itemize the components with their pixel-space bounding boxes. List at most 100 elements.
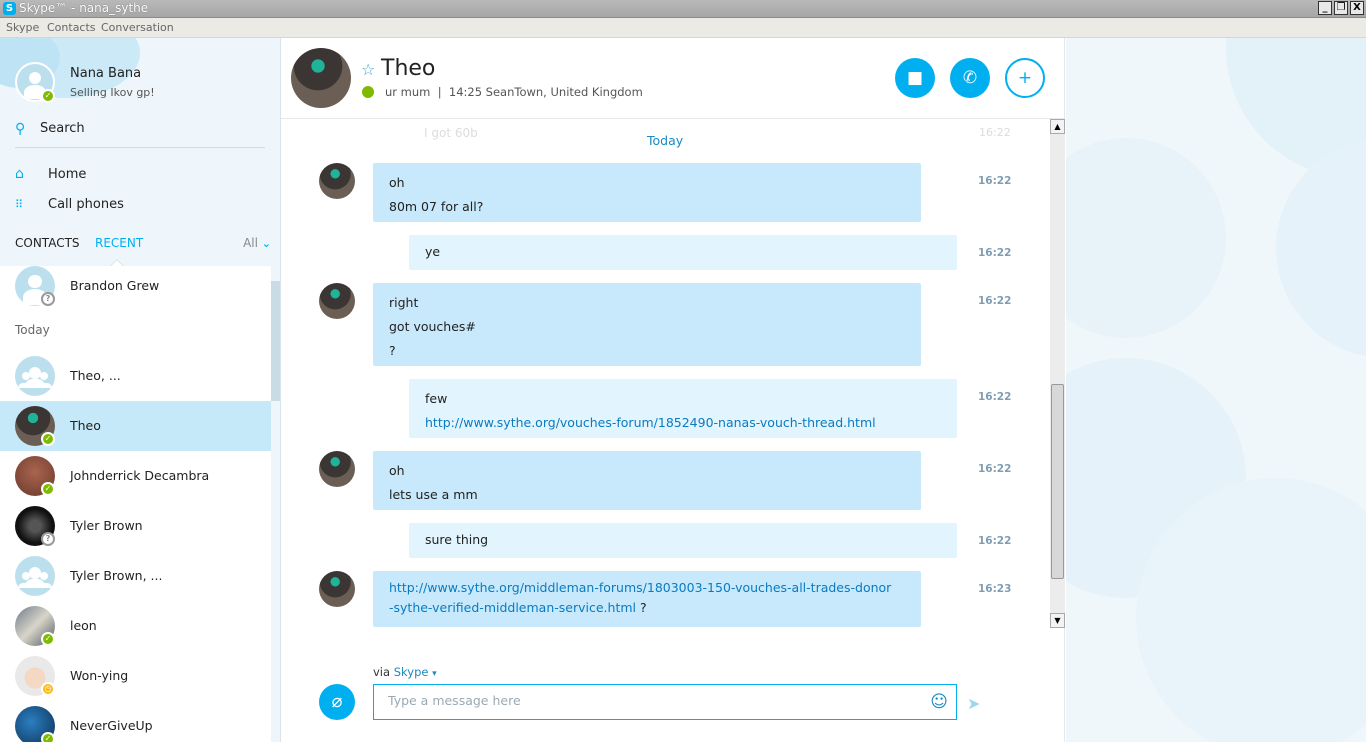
message-bubble-outgoing[interactable]: ye — [409, 235, 957, 270]
message-bubble-outgoing[interactable]: sure thing — [409, 523, 957, 558]
menu-contacts[interactable]: Contacts — [47, 21, 96, 34]
nav-call-phones[interactable]: ⠿ Call phones — [15, 196, 265, 218]
tab-contacts[interactable]: CONTACTS — [15, 236, 80, 250]
message-bubble-incoming[interactable]: http://www.sythe.org/middleman-forums/18… — [373, 571, 921, 627]
close-button[interactable]: X — [1350, 1, 1364, 15]
message-bubble-incoming[interactable]: oh 80m 07 for all? — [373, 163, 921, 222]
sender-avatar[interactable] — [319, 451, 355, 487]
contact-name: Brandon Grew — [70, 278, 160, 293]
search-label: Search — [40, 121, 85, 136]
window-title-bar: S Skype™ - nana_sythe _ ❐ X — [0, 0, 1366, 18]
conversation-header: ☆ Theo ur mum | 14:25 SeanTown, United K… — [281, 38, 1065, 119]
conversation-title[interactable]: Theo — [381, 56, 435, 81]
search-box[interactable]: ⚲ Search — [15, 120, 265, 148]
emoticon-icon[interactable]: ☺ — [930, 692, 948, 712]
nav-call-phones-label: Call phones — [48, 197, 124, 212]
contact-name: Won-ying — [70, 668, 129, 683]
contact-johnderrick-decambra[interactable]: ✓ Johnderrick Decambra — [0, 451, 271, 501]
online-status-icon: ✓ — [41, 732, 55, 742]
group-icon — [15, 356, 55, 396]
online-status-icon: ✓ — [41, 89, 55, 103]
attach-button[interactable]: ⌀ — [319, 684, 355, 720]
profile-name[interactable]: Nana Bana — [70, 66, 141, 81]
nav-home[interactable]: ⌂ Home — [15, 166, 265, 188]
dialpad-icon: ⠿ — [15, 198, 24, 211]
menu-bar: Skype Contacts Conversation — [0, 18, 1366, 38]
nav-home-label: Home — [48, 167, 87, 182]
message-line: right — [389, 295, 419, 310]
contact-nevergiveup[interactable]: ✓ NeverGiveUp — [0, 701, 271, 742]
menu-conversation[interactable]: Conversation — [101, 21, 174, 34]
contact-theo-group[interactable]: Theo, ... — [0, 351, 271, 401]
message-bubble-incoming[interactable]: oh lets use a mm — [373, 451, 921, 510]
message-input[interactable] — [388, 693, 908, 708]
message-line: sure thing — [425, 532, 489, 547]
contact-tyler-brown-group[interactable]: Tyler Brown, ... — [0, 551, 271, 601]
video-camera-icon: ■ — [906, 68, 924, 88]
message-timestamp: 16:22 — [978, 295, 1012, 307]
contact-leon[interactable]: ✓ leon — [0, 601, 271, 651]
scroll-up-arrow-icon[interactable]: ▲ — [1050, 119, 1065, 134]
contact-won-ying[interactable]: ◷ Won-ying — [0, 651, 271, 701]
tab-recent[interactable]: RECENT — [95, 236, 143, 250]
message-timestamp: 16:22 — [978, 175, 1012, 187]
message-link[interactable]: http://www.sythe.org/vouches-forum/18524… — [425, 415, 876, 430]
message-link-continued[interactable]: -sythe-verified-middleman-service.html — [389, 600, 636, 615]
message-timestamp: 16:23 — [978, 583, 1012, 595]
add-people-button[interactable]: + — [1005, 58, 1045, 98]
via-service: Skype — [393, 665, 429, 679]
right-background-pane — [1066, 38, 1366, 742]
filter-label: All — [243, 236, 258, 250]
online-status-icon: ✓ — [41, 432, 55, 446]
message-bubble-incoming[interactable]: right got vouches# ? — [373, 283, 921, 366]
filter-dropdown[interactable]: All ⌄ — [243, 236, 271, 250]
contact-name: Tyler Brown — [70, 518, 143, 533]
message-suffix: ? — [636, 600, 647, 615]
message-line: ? — [389, 343, 396, 358]
menu-skype[interactable]: Skype — [6, 21, 39, 34]
add-user-icon: + — [1017, 68, 1033, 88]
message-line: lets use a mm — [389, 487, 478, 502]
contact-list-scrollbar[interactable] — [271, 281, 280, 401]
contact-theo[interactable]: ✓ Theo — [0, 401, 271, 451]
minimize-button[interactable]: _ — [1318, 1, 1332, 15]
contact-brandon-grew[interactable]: ? Brandon Grew — [0, 261, 271, 311]
sender-avatar[interactable] — [319, 571, 355, 607]
phone-icon: ✆ — [962, 68, 978, 88]
message-bubble-outgoing[interactable]: few http://www.sythe.org/vouches-forum/1… — [409, 379, 957, 438]
paperclip-icon: ⌀ — [331, 691, 343, 712]
star-icon[interactable]: ☆ — [361, 60, 375, 79]
contact-name: leon — [70, 618, 97, 633]
contact-name: Theo, ... — [70, 368, 121, 383]
profile-mood[interactable]: Selling Ikov gp! — [70, 86, 155, 99]
contact-name: Tyler Brown, ... — [70, 568, 163, 583]
scrollbar-thumb[interactable] — [1051, 384, 1064, 579]
sender-avatar[interactable] — [319, 163, 355, 199]
message-scrollbar[interactable]: ▲ ▼ — [1050, 119, 1065, 628]
scroll-down-arrow-icon[interactable]: ▼ — [1050, 613, 1065, 628]
video-call-button[interactable]: ■ — [895, 58, 935, 98]
search-icon: ⚲ — [15, 121, 26, 137]
unknown-status-icon: ? — [41, 292, 55, 306]
contact-tabs: CONTACTS RECENT All ⌄ — [15, 236, 271, 260]
via-prefix: via — [373, 665, 391, 679]
message-line: got vouches# — [389, 319, 476, 334]
message-timestamp: 16:22 — [978, 535, 1012, 547]
contact-avatar[interactable] — [291, 48, 351, 108]
group-icon — [15, 556, 55, 596]
send-icon[interactable]: ➤ — [967, 694, 980, 713]
message-link[interactable]: http://www.sythe.org/middleman-forums/18… — [389, 578, 905, 598]
day-separator: Today — [647, 133, 684, 148]
contact-subtitle: ur mum | 14:25 SeanTown, United Kingdom — [385, 85, 643, 99]
sender-avatar[interactable] — [319, 283, 355, 319]
via-selector[interactable]: via Skype ▾ — [373, 665, 437, 679]
contact-name: NeverGiveUp — [70, 718, 153, 733]
contact-tyler-brown[interactable]: ? Tyler Brown — [0, 501, 271, 551]
faded-message: I got 60b — [424, 126, 478, 140]
online-status-icon: ✓ — [41, 482, 55, 496]
restore-button[interactable]: ❐ — [1334, 1, 1348, 15]
voice-call-button[interactable]: ✆ — [950, 58, 990, 98]
contact-location: 14:25 SeanTown, United Kingdom — [448, 85, 643, 99]
message-input-box[interactable]: ☺ — [373, 684, 957, 720]
contact-mood: ur mum — [385, 85, 431, 99]
